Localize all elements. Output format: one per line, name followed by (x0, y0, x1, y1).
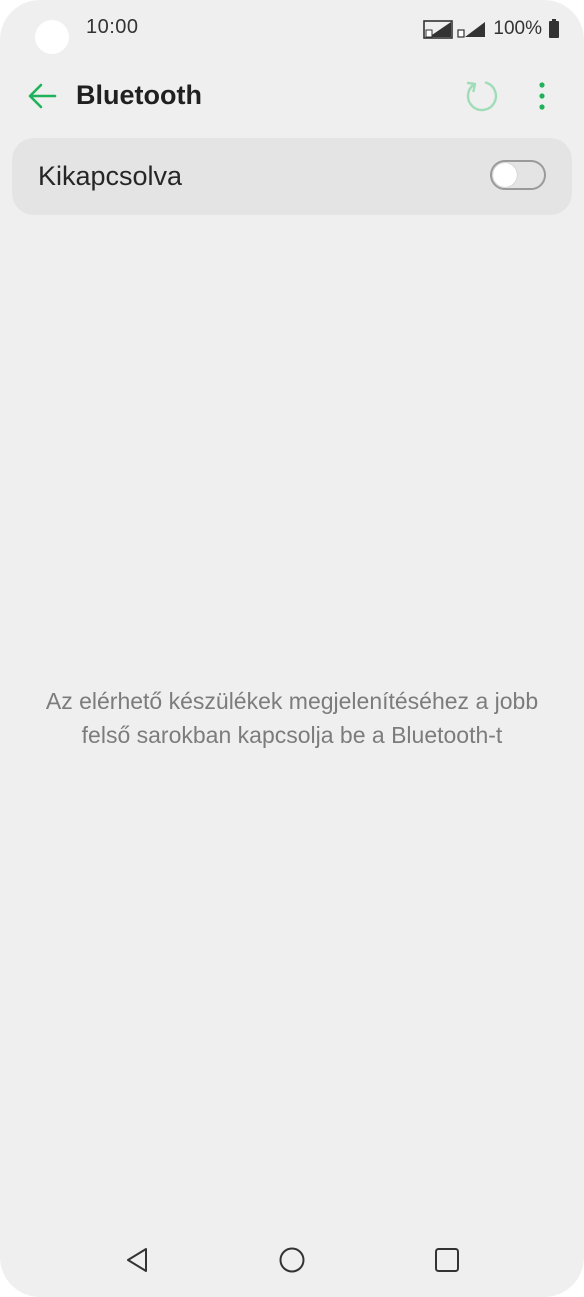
battery-icon (548, 19, 560, 39)
bluetooth-switch[interactable] (490, 160, 546, 190)
more-options-button[interactable] (522, 76, 562, 120)
switch-knob (493, 163, 517, 187)
back-triangle-icon (124, 1246, 150, 1279)
status-icons: 100% (423, 16, 560, 42)
nav-recents-button[interactable] (417, 1230, 477, 1294)
bluetooth-toggle-label: Kikapcsolva (38, 161, 183, 191)
phone-screen: 10:00 100% Bluetooth Kikapcsolva Az elér… (0, 0, 584, 1297)
nav-home-button[interactable] (262, 1230, 322, 1294)
bluetooth-toggle-row[interactable]: Kikapcsolva (12, 138, 572, 215)
front-camera-cutout (35, 20, 69, 54)
refresh-icon (464, 78, 500, 119)
app-bar: Bluetooth (0, 66, 584, 130)
empty-state-message: Az elérhető készülékek megjelenítéséhez … (45, 688, 539, 748)
sim2-signal-icon (457, 19, 487, 39)
recents-square-icon (433, 1246, 461, 1279)
arrow-left-icon (27, 83, 57, 114)
nav-back-button[interactable] (107, 1230, 167, 1294)
navigation-bar (0, 1230, 584, 1294)
status-bar: 10:00 100% (0, 0, 584, 60)
refresh-button[interactable] (460, 76, 504, 120)
sim1-signal-icon (423, 19, 454, 39)
battery-percent: 100% (493, 18, 542, 39)
home-circle-icon (278, 1246, 306, 1279)
status-time: 10:00 (86, 16, 139, 38)
more-vertical-icon (538, 81, 546, 116)
back-button[interactable] (22, 78, 62, 118)
page-title: Bluetooth (76, 80, 202, 110)
